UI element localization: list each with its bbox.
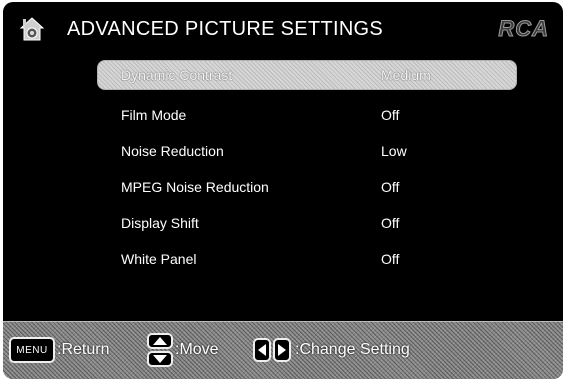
- setting-value: Low: [381, 143, 407, 159]
- setting-label: Noise Reduction: [121, 143, 224, 159]
- menu-header: ADVANCED PICTURE SETTINGS RCA: [3, 2, 563, 58]
- setting-label: Display Shift: [121, 215, 199, 231]
- setting-value: Off: [381, 107, 400, 123]
- return-hint: MENU :Return: [9, 336, 109, 364]
- home-icon: [19, 17, 45, 41]
- move-label: :Move: [175, 341, 219, 358]
- setting-label: Film Mode: [121, 107, 187, 123]
- setting-value: Off: [381, 251, 400, 267]
- change-setting-hint: :Change Setting: [253, 336, 410, 364]
- return-label: :Return: [57, 341, 110, 358]
- setting-value: Off: [381, 215, 400, 231]
- up-arrow-icon[interactable]: [147, 333, 173, 349]
- setting-label: MPEG Noise Reduction: [121, 179, 269, 195]
- setting-label: Dynamic Contrast: [121, 67, 233, 83]
- help-bar: MENU :Return :Move :Change Setting: [3, 321, 563, 379]
- page-title: ADVANCED PICTURE SETTINGS: [67, 18, 384, 40]
- setting-value: Medium: [381, 67, 431, 83]
- setting-row-white-panel[interactable]: White Panel Off: [97, 244, 517, 274]
- move-hint: :Move: [147, 330, 219, 370]
- setting-label: White Panel: [121, 251, 197, 267]
- down-arrow-icon[interactable]: [147, 351, 173, 367]
- right-arrow-icon[interactable]: [273, 338, 291, 362]
- brand-logo: RCA: [498, 16, 549, 42]
- up-down-keys: [147, 333, 173, 367]
- setting-value: Off: [381, 179, 400, 195]
- setting-row-film-mode[interactable]: Film Mode Off: [97, 100, 517, 130]
- menu-key[interactable]: MENU: [9, 337, 55, 363]
- setting-row-mpeg-noise-reduction[interactable]: MPEG Noise Reduction Off: [97, 172, 517, 202]
- left-arrow-icon[interactable]: [253, 338, 271, 362]
- tv-screen: ADVANCED PICTURE SETTINGS RCA Dynamic Co…: [3, 2, 563, 379]
- setting-row-noise-reduction[interactable]: Noise Reduction Low: [97, 136, 517, 166]
- change-setting-label: :Change Setting: [295, 341, 410, 358]
- setting-row-display-shift[interactable]: Display Shift Off: [97, 208, 517, 238]
- setting-row-dynamic-contrast[interactable]: Dynamic Contrast Medium: [97, 60, 517, 90]
